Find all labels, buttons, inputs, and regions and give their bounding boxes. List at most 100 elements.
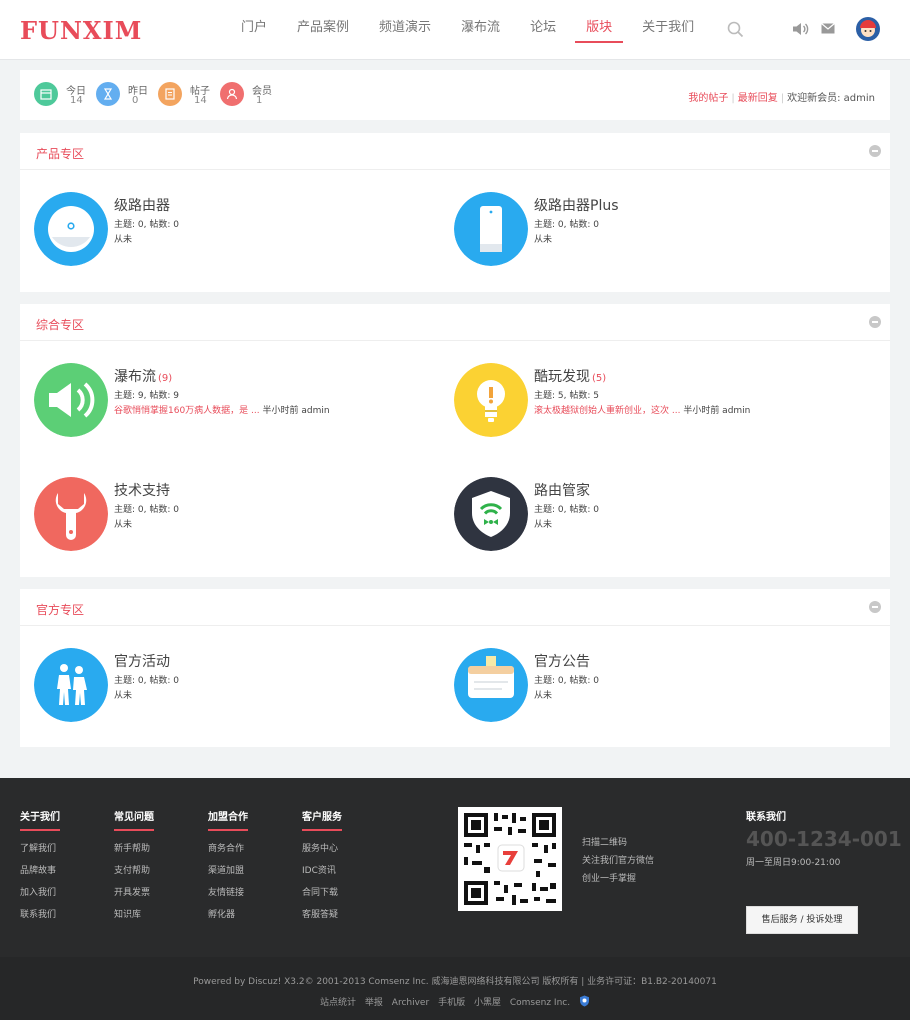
security-badge-icon[interactable] — [579, 995, 590, 1008]
footer-link[interactable]: 加入我们 — [20, 885, 60, 907]
forum-stats: 主题: 0, 帖数: 0 — [534, 676, 599, 686]
footer-link[interactable]: 友情链接 — [208, 885, 248, 907]
forum-last-post: 从未 — [534, 691, 553, 701]
speaker-icon[interactable] — [792, 22, 810, 39]
footer-link[interactable]: 支付帮助 — [114, 863, 154, 885]
mobile-link[interactable]: 手机版 — [438, 998, 465, 1008]
contact-hours: 周一至周日9:00-21:00 — [746, 858, 841, 868]
forum-name[interactable]: 瀑布流 (9) — [114, 366, 172, 386]
blackroom-link[interactable]: 小黑屋 — [474, 998, 501, 1008]
forum-name[interactable]: 技术支持 — [114, 480, 172, 500]
footer-link[interactable]: 开具发票 — [114, 885, 154, 907]
section-title[interactable]: 综合专区 — [36, 316, 84, 333]
footer-link[interactable]: IDC资讯 — [302, 863, 342, 885]
stat-posts-value: 14 — [194, 95, 207, 106]
speaker-icon[interactable] — [34, 363, 108, 437]
stat-members-value: 1 — [256, 95, 263, 106]
latest-replies-link[interactable]: 最新回复 — [738, 93, 778, 104]
user-links: 我的帖子 | 最新回复 | 欢迎新会员: admin — [688, 93, 875, 104]
footer-col-partner: 加盟合作 商务合作 渠道加盟 友情链接 孵化器 — [208, 808, 248, 929]
nav-product-cases[interactable]: 产品案例 — [286, 0, 360, 60]
forum-tech-support: 技术支持 主题: 0, 帖数: 0 从未 — [34, 477, 454, 557]
section-header: 综合专区 — [20, 304, 890, 341]
site-logo[interactable]: FUNXIM — [20, 16, 142, 45]
mail-icon[interactable] — [821, 23, 835, 37]
stat-yesterday-value: 0 — [132, 95, 139, 106]
forum-router-manager: 路由管家 主题: 0, 帖数: 0 从未 — [454, 477, 874, 557]
nav-forum[interactable]: 论坛 — [519, 0, 567, 60]
forum-last-post: 从未 — [114, 691, 133, 701]
footer-col-faq: 常见问题 新手帮助 支付帮助 开具发票 知识库 — [114, 808, 154, 929]
contact-block: 联系我们 400-1234-001 周一至周日9:00-21:00 售后服务 /… — [746, 808, 902, 934]
forum-name[interactable]: 路由管家 — [534, 480, 592, 500]
forum-last-post: 从未 — [534, 520, 553, 530]
footer-col-title: 关于我们 — [20, 808, 60, 831]
footer-col-title: 加盟合作 — [208, 808, 248, 831]
forum-official-notices: 官方公告 主题: 0, 帖数: 0 从未 — [454, 648, 874, 728]
router-icon[interactable] — [34, 192, 108, 266]
section-title[interactable]: 产品专区 — [36, 145, 84, 162]
wifi-shield-icon[interactable] — [454, 477, 528, 551]
people-icon[interactable] — [34, 648, 108, 722]
forum-name[interactable]: 酷玩发现 (5) — [534, 366, 606, 386]
archiver-link[interactable]: Archiver — [392, 998, 429, 1008]
forum-name[interactable]: 级路由器 — [114, 195, 172, 215]
footer-link[interactable]: 客服答疑 — [302, 907, 342, 929]
forum-last-post[interactable]: 滚太极越狱创始人重新创业，这次 ... 半小时前 admin — [534, 403, 750, 416]
section-official: 官方专区 官方活动 主题: 0, 帖数: 0 从未 官方公告 主题: 0, 帖数… — [20, 589, 890, 747]
wrench-icon[interactable] — [34, 477, 108, 551]
stat-today-value: 14 — [70, 95, 83, 106]
footer-link[interactable]: 新手帮助 — [114, 841, 154, 863]
collapse-icon[interactable] — [869, 145, 881, 157]
lightbulb-icon[interactable] — [454, 363, 528, 437]
stats-link[interactable]: 站点统计 — [320, 998, 356, 1008]
forum-name[interactable]: 级路由器Plus — [534, 195, 621, 215]
footer-link[interactable]: 商务合作 — [208, 841, 248, 863]
section-general: 综合专区 瀑布流 (9) 主题: 9, 帖数: 9 谷歌悄悄掌握160万病人数据，… — [20, 304, 890, 577]
document-icon — [158, 82, 182, 106]
footer-link[interactable]: 合同下载 — [302, 885, 342, 907]
report-link[interactable]: 举报 — [365, 998, 383, 1008]
forum-last-post[interactable]: 谷歌悄悄掌握160万病人数据，是 ... 半小时前 admin — [114, 403, 330, 416]
footer-col-about: 关于我们 了解我们 品牌故事 加入我们 联系我们 — [20, 808, 60, 929]
qr-code — [458, 807, 562, 911]
forum-stats: 主题: 0, 帖数: 0 — [114, 220, 179, 230]
section-title[interactable]: 官方专区 — [36, 601, 84, 618]
forum-stats: 主题: 0, 帖数: 0 — [114, 505, 179, 515]
site-header: FUNXIM 门户 产品案例 频道演示 瀑布流 论坛 版块 关于我们 — [0, 0, 910, 60]
copyright-links: 站点统计 举报 Archiver 手机版 小黑屋 Comsenz Inc. — [0, 995, 910, 1008]
footer-link[interactable]: 品牌故事 — [20, 863, 60, 885]
nav-about[interactable]: 关于我们 — [631, 0, 705, 60]
nav-portal[interactable]: 门户 — [230, 0, 278, 60]
stats-bar: 今日 14 昨日 0 帖子 14 会员 1 我的帖子 | 最新回复 | 欢迎新会员: a… — [20, 70, 890, 120]
welcome-member[interactable]: 欢迎新会员: admin — [787, 93, 875, 104]
router-plus-icon[interactable] — [454, 192, 528, 266]
footer-link[interactable]: 了解我们 — [20, 841, 60, 863]
nav-channel-demo[interactable]: 频道演示 — [368, 0, 442, 60]
collapse-icon[interactable] — [869, 601, 881, 613]
avatar[interactable] — [856, 17, 880, 41]
footer-col-service: 客户服务 服务中心 IDC资讯 合同下载 客服答疑 — [302, 808, 342, 929]
footer-link[interactable]: 孵化器 — [208, 907, 248, 929]
forum-name[interactable]: 官方公告 — [534, 651, 592, 671]
after-sales-button[interactable]: 售后服务 / 投诉处理 — [746, 906, 858, 934]
forum-official-events: 官方活动 主题: 0, 帖数: 0 从未 — [34, 648, 454, 728]
collapse-icon[interactable] — [869, 316, 881, 328]
footer-link[interactable]: 联系我们 — [20, 907, 60, 929]
search-icon[interactable] — [727, 21, 744, 41]
nav-waterfall[interactable]: 瀑布流 — [450, 0, 511, 60]
my-posts-link[interactable]: 我的帖子 — [688, 93, 728, 104]
nav-boards[interactable]: 版块 — [575, 0, 624, 60]
forum-stats: 主题: 9, 帖数: 9 — [114, 391, 179, 401]
footer-col-title: 客户服务 — [302, 808, 342, 831]
forum-name[interactable]: 官方活动 — [114, 651, 172, 671]
comsenz-link[interactable]: Comsenz Inc. — [510, 998, 570, 1008]
footer-link[interactable]: 知识库 — [114, 907, 154, 929]
footer-link[interactable]: 渠道加盟 — [208, 863, 248, 885]
main-nav: 门户 产品案例 频道演示 瀑布流 论坛 版块 关于我们 — [230, 0, 713, 60]
section-products: 产品专区 级路由器 主题: 0, 帖数: 0 从未 级路由器Plus 主题: 0… — [20, 133, 890, 292]
forum-cool-finds: 酷玩发现 (5) 主题: 5, 帖数: 5 滚太极越狱创始人重新创业，这次 ...… — [454, 363, 874, 443]
footer-link[interactable]: 服务中心 — [302, 841, 342, 863]
forum-stats: 主题: 0, 帖数: 0 — [534, 220, 599, 230]
notice-icon[interactable] — [454, 648, 528, 722]
